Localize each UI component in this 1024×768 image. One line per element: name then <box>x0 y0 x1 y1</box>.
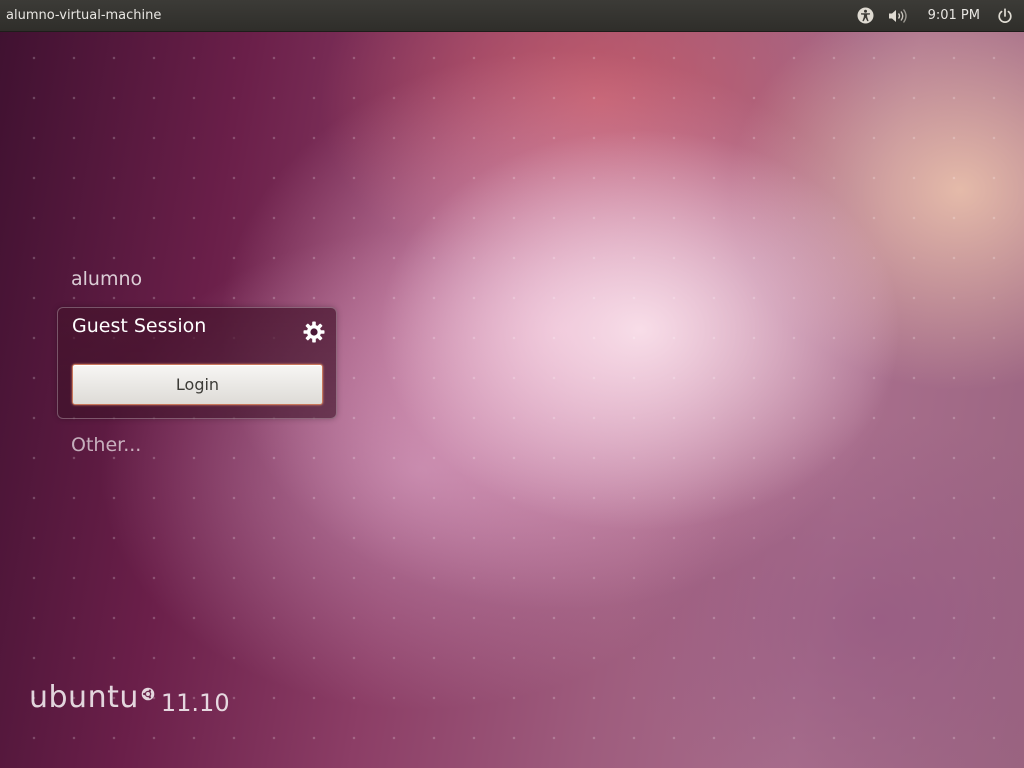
gear-icon[interactable] <box>301 319 327 345</box>
other-user-item[interactable]: Other... <box>71 434 141 456</box>
hostname-label: alumno-virtual-machine <box>6 8 162 23</box>
ubuntu-wordmark: ubuntu <box>29 680 139 715</box>
clock-indicator[interactable]: 9:01 PM <box>928 0 980 32</box>
top-panel: alumno-virtual-machine 9:01 PM <box>0 0 1024 32</box>
selected-user-card: Guest Session Login <box>57 307 337 419</box>
version-label: 11.10 <box>160 689 230 717</box>
panel-indicators: 9:01 PM <box>852 0 1016 32</box>
accessibility-icon[interactable] <box>852 0 880 32</box>
volume-icon[interactable] <box>884 0 912 32</box>
circle-of-friends-icon <box>141 686 155 701</box>
user-list-item[interactable]: alumno <box>71 268 142 290</box>
power-icon[interactable] <box>994 0 1016 32</box>
selected-user-name: Guest Session <box>72 315 207 337</box>
login-button[interactable]: Login <box>72 364 323 405</box>
ubuntu-logo: ubuntu 11.10 <box>29 680 230 718</box>
